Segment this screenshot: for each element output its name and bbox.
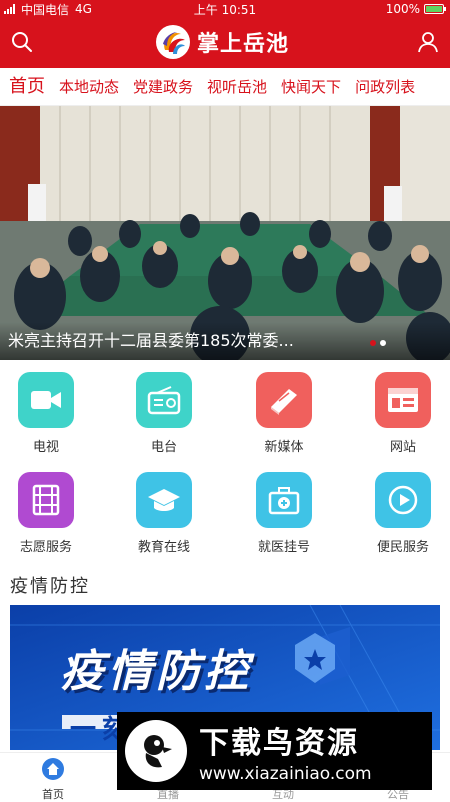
tab-inquiry-list[interactable]: 问政列表 <box>348 68 422 105</box>
battery-icon <box>424 4 446 14</box>
watermark-title: 下载鸟资源 <box>199 726 359 761</box>
carousel-dot[interactable] <box>380 340 386 346</box>
service-label: 电台 <box>150 440 177 455</box>
tab-audio-video[interactable]: 视听岳池 <box>200 68 274 105</box>
promo-title: 疫情防控 <box>60 646 252 697</box>
film-icon <box>18 472 74 528</box>
tab-local-news[interactable]: 本地动态 <box>52 68 126 105</box>
watermark-url: www.xiazainiao.com <box>199 764 372 784</box>
service-convenience[interactable]: 便民服务 <box>363 472 443 555</box>
tab-home[interactable]: 首页 <box>0 68 52 105</box>
tab-party-affairs[interactable]: 党建政务 <box>126 68 200 105</box>
news-banner[interactable]: 米亮主持召开十二届县委第185次常委... <box>0 106 450 360</box>
medical-kit-icon <box>256 472 312 528</box>
service-new-media[interactable]: 新媒体 <box>244 372 324 455</box>
service-volunteer[interactable]: 志愿服务 <box>6 472 86 555</box>
service-label: 便民服务 <box>376 540 429 555</box>
watermark-overlay: 下载鸟资源 www.xiazainiao.com <box>117 712 432 790</box>
service-medical[interactable]: 就医挂号 <box>244 472 324 555</box>
battery-percent: 100% <box>385 2 420 16</box>
service-radio[interactable]: 电台 <box>124 372 204 455</box>
status-time: 上午 10:51 <box>193 2 257 17</box>
book-icon <box>256 372 312 428</box>
graduation-cap-icon <box>136 472 192 528</box>
nav-home[interactable]: 首页 <box>13 757 93 802</box>
bird-logo-icon <box>125 720 187 782</box>
service-label: 网站 <box>389 440 416 455</box>
service-label: 志愿服务 <box>19 540 72 555</box>
channel-tabs: 首页 本地动态 党建政务 视听岳池 快闻天下 问政列表 <box>0 68 450 106</box>
service-label: 电视 <box>32 440 59 455</box>
section-title: 疫情防控 <box>10 576 90 597</box>
tv-icon <box>18 372 74 428</box>
tab-world-news[interactable]: 快闻天下 <box>274 68 348 105</box>
status-bar: 中国电信 4G 上午 10:51 100% <box>0 0 450 18</box>
service-tv[interactable]: 电视 <box>6 372 86 455</box>
service-label: 教育在线 <box>137 540 190 555</box>
carousel-dot-active[interactable] <box>370 340 376 346</box>
logo-mark-icon <box>156 25 190 59</box>
service-website[interactable]: 网站 <box>363 372 443 455</box>
website-icon <box>375 372 431 428</box>
radio-icon <box>136 372 192 428</box>
app-logo: 掌上岳池 <box>155 24 289 60</box>
service-education[interactable]: 教育在线 <box>124 472 204 555</box>
user-icon[interactable] <box>416 30 440 54</box>
search-icon[interactable] <box>10 30 34 54</box>
app-header: 掌上岳池 <box>0 18 450 68</box>
service-label: 就医挂号 <box>257 540 310 555</box>
home-icon <box>42 758 64 780</box>
service-label: 新媒体 <box>264 440 304 455</box>
app-title: 掌上岳池 <box>197 32 290 57</box>
play-icon <box>375 472 431 528</box>
